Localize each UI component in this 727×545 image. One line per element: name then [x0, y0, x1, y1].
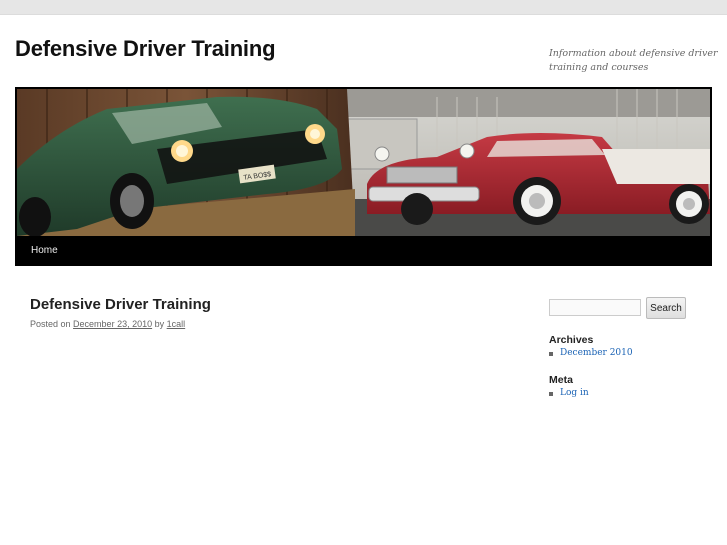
- list-item: Log in: [549, 388, 589, 398]
- post-title[interactable]: Defensive Driver Training: [30, 296, 211, 313]
- by-label: by: [154, 319, 165, 329]
- site-description: Information about defensive driver train…: [549, 48, 718, 73]
- nav-home-link[interactable]: Home: [31, 245, 58, 256]
- header-banner-image: TA BO$$: [17, 89, 710, 236]
- archive-link-december-2010[interactable]: December 2010: [560, 348, 633, 358]
- header: TA BO$$ Home: [15, 87, 712, 266]
- archives-widget-title: Archives: [549, 334, 594, 346]
- list-item: December 2010: [549, 348, 633, 358]
- site-title[interactable]: Defensive Driver Training: [15, 36, 276, 62]
- search-button[interactable]: Search: [646, 297, 686, 319]
- posted-on-label: Posted on: [30, 319, 71, 329]
- post-date-link[interactable]: December 23, 2010: [73, 319, 152, 329]
- car-banner-illustration: TA BO$$: [17, 89, 710, 236]
- top-bar: [0, 0, 727, 15]
- search-input[interactable]: [549, 299, 641, 316]
- login-link[interactable]: Log in: [560, 388, 589, 398]
- meta-widget-title: Meta: [549, 374, 573, 386]
- meta-list: Log in: [549, 388, 589, 398]
- post-meta: Posted on December 23, 2010 by 1call: [30, 319, 185, 329]
- archives-list: December 2010: [549, 348, 633, 358]
- main-navigation: Home: [15, 236, 712, 266]
- post-author-link[interactable]: 1call: [167, 319, 186, 329]
